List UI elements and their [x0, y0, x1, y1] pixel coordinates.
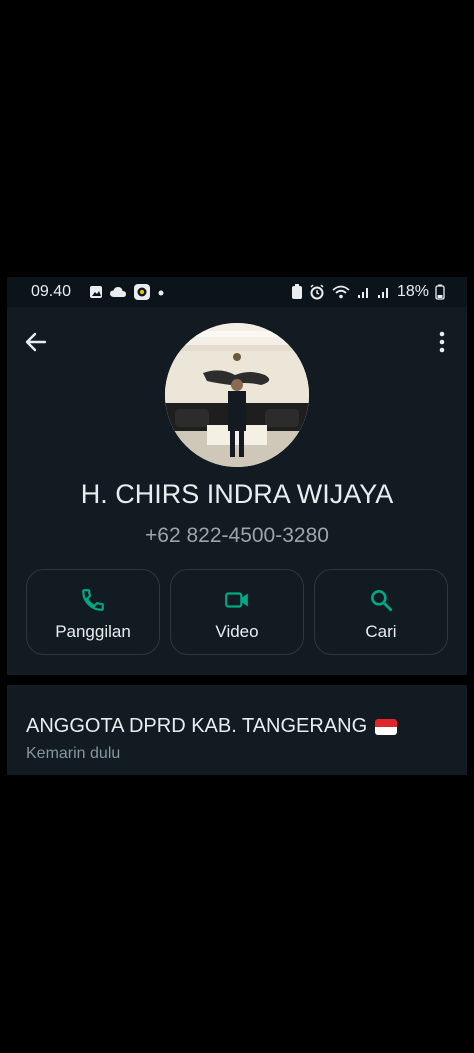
about-section[interactable]: ANGGOTA DPRD KAB. TANGERANG Kemarin dulu	[7, 685, 467, 775]
more-options-button[interactable]	[437, 329, 447, 355]
indonesia-flag-icon	[375, 718, 398, 735]
arrow-back-icon	[25, 332, 47, 352]
wifi-icon	[332, 285, 350, 299]
signal-icon	[357, 288, 368, 298]
contact-actions: Panggilan Video Cari	[26, 569, 448, 655]
video-icon	[225, 592, 248, 608]
profile-photo-image	[165, 323, 309, 467]
signal-icon-2	[377, 288, 388, 298]
dot-icon	[158, 290, 164, 296]
app-notification-icon	[134, 284, 150, 300]
search-icon	[371, 590, 393, 612]
contact-name: H. CHIRS INDRA WIJAYA	[80, 479, 394, 509]
about-status-text: ANGGOTA DPRD KAB. TANGERANG	[26, 715, 368, 737]
profile-photo[interactable]	[165, 323, 309, 467]
search-button[interactable]: Cari	[314, 569, 448, 655]
video-call-button-label: Video	[215, 622, 259, 641]
cloud-icon	[110, 287, 126, 297]
battery-percentage: 18%	[396, 283, 429, 300]
contact-profile-card: H. CHIRS INDRA WIJAYA +62 822-4500-3280 …	[7, 307, 467, 675]
battery-saver-icon	[291, 284, 302, 299]
more-vert-icon	[439, 331, 445, 353]
alarm-icon	[310, 284, 324, 300]
status-notification-icons	[89, 283, 165, 301]
search-button-label: Cari	[365, 622, 397, 641]
call-button[interactable]: Panggilan	[26, 569, 160, 655]
status-system-icons: 18%	[291, 283, 445, 301]
status-time: 09.40	[31, 283, 72, 300]
gallery-icon	[90, 286, 102, 298]
contact-phone-number: +62 822-4500-3280	[145, 524, 329, 547]
status-bar: 09.40 18%	[7, 277, 467, 307]
about-status: ANGGOTA DPRD KAB. TANGERANG	[26, 715, 398, 738]
phone-icon	[82, 589, 104, 611]
call-button-label: Panggilan	[55, 622, 131, 641]
back-button[interactable]	[23, 329, 49, 355]
video-call-button[interactable]: Video	[170, 569, 304, 655]
battery-icon	[435, 284, 445, 300]
about-date: Kemarin dulu	[26, 745, 121, 762]
